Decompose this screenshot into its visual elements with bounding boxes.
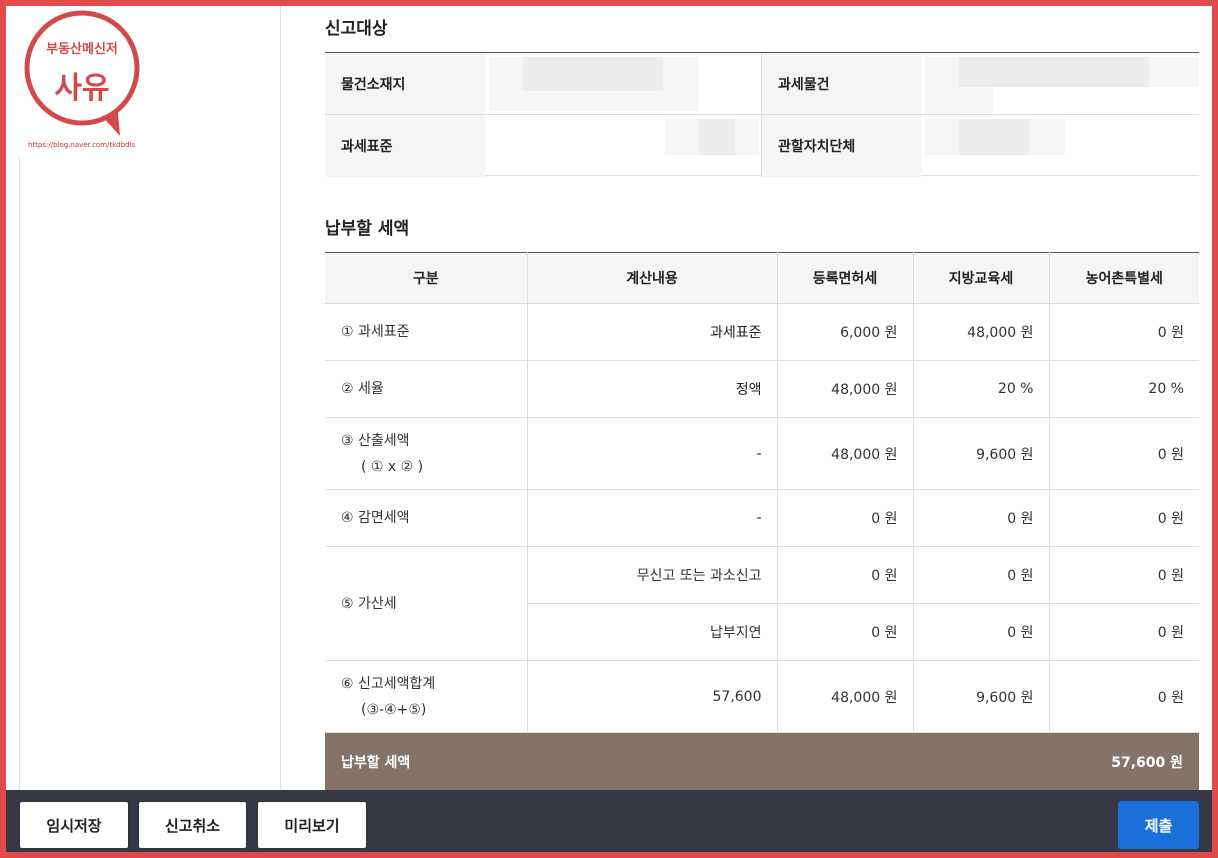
row-registration-tax: 48,000 원: [777, 660, 914, 733]
logo-url: https://blog.naver.com/tkdbdls: [28, 141, 136, 149]
row-label: ② 세율: [325, 360, 528, 418]
table-row: ④ 감면세액 - 0 원 0 원 0 원: [325, 489, 1199, 547]
row-rural-tax: 0 원: [1049, 660, 1199, 733]
table-row: ⑥ 신고세액합계 (③-④+⑤) 57,600 48,000 원 9,600 원…: [325, 660, 1199, 733]
row-calc: 과세표준: [527, 303, 778, 361]
row-calc: -: [527, 489, 778, 547]
row-label: ① 과세표준: [325, 303, 528, 361]
temp-save-button[interactable]: 임시저장: [19, 801, 129, 849]
row-registration-tax: 48,000 원: [777, 417, 914, 490]
row-registration-tax: 0 원: [777, 546, 914, 604]
row-registration-tax: 48,000 원: [777, 360, 914, 418]
section-title-target: 신고대상: [325, 19, 388, 39]
row-education-tax: 0 원: [913, 546, 1050, 604]
row-label-line2: ( ① x ② ): [361, 458, 424, 475]
info-row: 물건소재지 과세물건: [325, 53, 1199, 115]
section-title-tax: 납부할 세액: [325, 219, 410, 239]
bottom-action-bar: 임시저장 신고취소 미리보기 제출: [6, 790, 1212, 852]
target-info-table: 물건소재지 과세물건 과세표준 관할자치단체: [325, 52, 1199, 177]
row-label: ⑤ 가산세: [325, 546, 528, 661]
row-education-tax: 0 원: [913, 603, 1050, 661]
table-header-row: 구분 계산내용 등록면허세 지방교육세 농어촌특별세: [325, 252, 1199, 304]
logo-main-text: 사유: [54, 71, 109, 106]
header-rural-tax: 농어촌특별세: [1049, 252, 1199, 304]
table-row: ① 과세표준 과세표준 6,000 원 48,000 원 0 원: [325, 303, 1199, 361]
info-row: 과세표준 관할자치단체: [325, 115, 1199, 177]
row-rural-tax: 20 %: [1049, 360, 1199, 418]
row-education-tax: 9,600 원: [913, 417, 1050, 490]
logo-top-text: 부동산메신저: [46, 41, 118, 57]
row-calc: 납부지연: [527, 603, 778, 661]
value-taxable-object: [921, 53, 1199, 114]
cancel-report-button[interactable]: 신고취소: [138, 801, 247, 849]
row-registration-tax: 6,000 원: [777, 303, 914, 361]
row-calc: -: [527, 417, 778, 490]
row-label-line2: (③-④+⑤): [361, 701, 427, 718]
row-label-line1: ⑥ 신고세액합계: [341, 675, 436, 692]
value-local-government: [921, 115, 1199, 177]
row-label: ⑥ 신고세액합계 (③-④+⑤): [325, 660, 528, 733]
row-education-tax: 20 %: [913, 360, 1050, 418]
total-payable-bar: 납부할 세액 57,600 원: [325, 733, 1199, 790]
preview-button[interactable]: 미리보기: [257, 801, 367, 849]
header-education-tax: 지방교육세: [913, 252, 1050, 304]
submit-button[interactable]: 제출: [1118, 801, 1199, 849]
brand-logo: 부동산메신저 사유: [24, 10, 140, 136]
table-row: ⑤ 가산세 무신고 또는 과소신고 0 원 0 원 0 원: [325, 546, 1199, 661]
row-label-line1: ③ 산출세액: [341, 432, 410, 449]
table-row: ③ 산출세액 ( ① x ② ) - 48,000 원 9,600 원 0 원: [325, 417, 1199, 490]
label-local-government: 관할자치단체: [761, 115, 921, 177]
row-rural-tax: 0 원: [1049, 489, 1199, 547]
row-rural-tax: 0 원: [1049, 303, 1199, 361]
total-value: 57,600 원: [1111, 754, 1183, 771]
row-registration-tax: 0 원: [777, 489, 914, 547]
row-education-tax: 9,600 원: [913, 660, 1050, 733]
label-taxable-object: 과세물건: [761, 53, 921, 114]
row-rural-tax: 0 원: [1049, 546, 1199, 604]
value-tax-base: [485, 115, 761, 177]
sidebar-divider: [19, 156, 20, 790]
row-rural-tax: 0 원: [1049, 603, 1199, 661]
label-tax-base: 과세표준: [325, 115, 485, 177]
row-education-tax: 0 원: [913, 489, 1050, 547]
row-label: ④ 감면세액: [325, 489, 528, 547]
tax-table: 구분 계산내용 등록면허세 지방교육세 농어촌특별세 ① 과세표준 과세표준 6…: [325, 252, 1199, 733]
header-category: 구분: [325, 252, 528, 304]
header-calc: 계산내용: [527, 252, 778, 304]
row-registration-tax: 0 원: [777, 603, 914, 661]
row-calc: 정액: [527, 360, 778, 418]
header-registration-tax: 등록면허세: [777, 252, 914, 304]
value-property-location: [485, 53, 761, 114]
row-rural-tax: 0 원: [1049, 417, 1199, 490]
table-row: ② 세율 정액 48,000 원 20 % 20 %: [325, 360, 1199, 418]
label-property-location: 물건소재지: [325, 53, 485, 114]
row-label: ③ 산출세액 ( ① x ② ): [325, 417, 528, 490]
row-education-tax: 48,000 원: [913, 303, 1050, 361]
row-calc: 무신고 또는 과소신고: [527, 546, 778, 604]
total-label: 납부할 세액: [341, 754, 411, 771]
row-calc: 57,600: [527, 660, 778, 733]
